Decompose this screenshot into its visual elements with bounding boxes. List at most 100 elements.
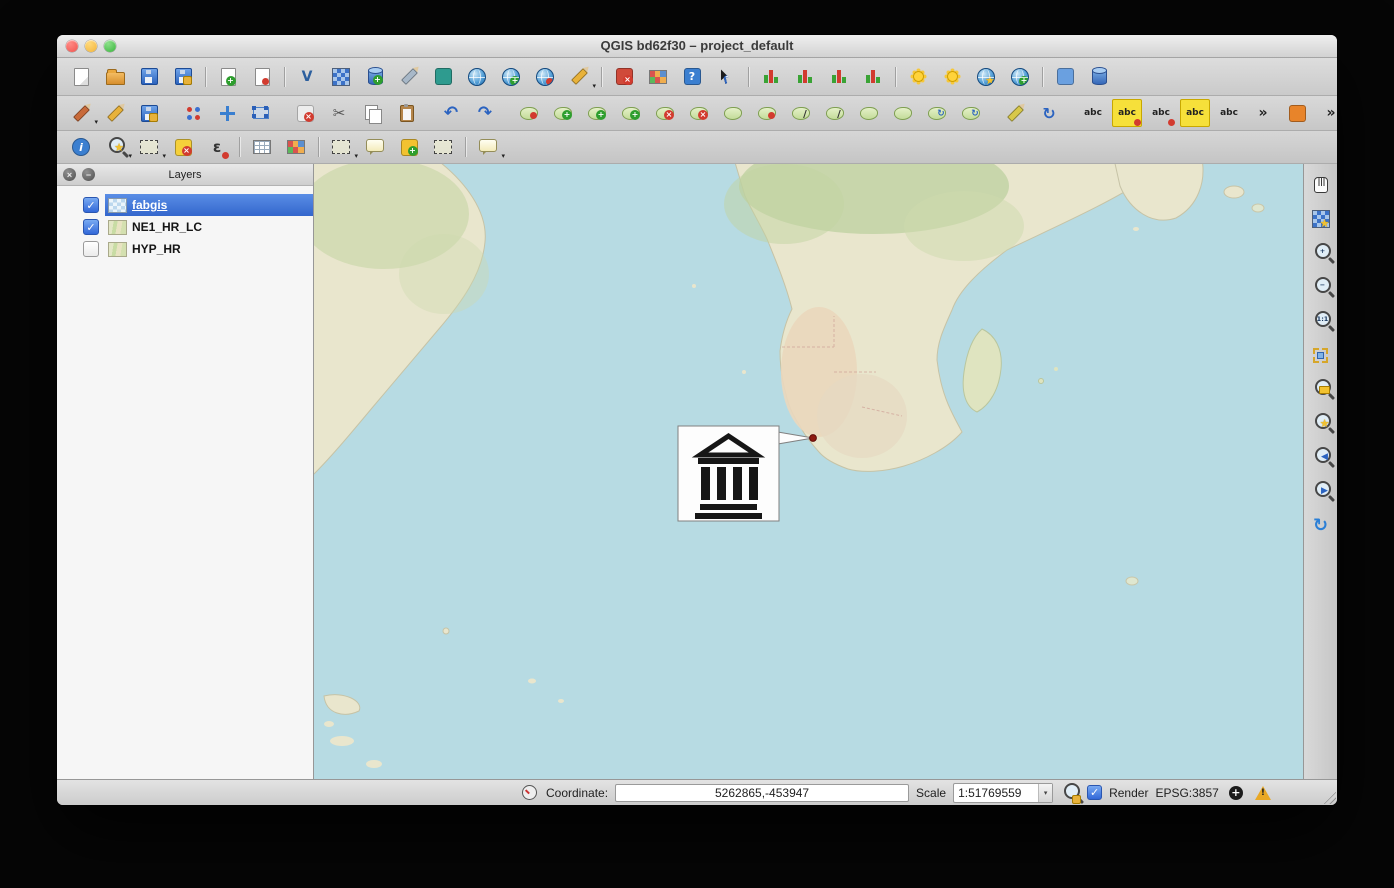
add-part-button[interactable]: + xyxy=(580,99,614,127)
save-project-button[interactable] xyxy=(132,63,166,91)
save-layer-edits-button[interactable] xyxy=(132,99,166,127)
label-pencil-tool-button[interactable] xyxy=(998,99,1032,127)
globe-plugin-tool-2-button[interactable]: + xyxy=(1003,63,1037,91)
label-tool-2-button[interactable]: abc xyxy=(1110,99,1144,127)
extents-toggle-button[interactable] xyxy=(519,783,539,803)
refresh-map-button[interactable]: ↻ xyxy=(1307,510,1335,540)
resize-grip[interactable] xyxy=(1322,790,1336,804)
save-project-as-button[interactable] xyxy=(166,63,200,91)
move-feature-button[interactable] xyxy=(210,99,244,127)
zoom-to-selection-menu-button[interactable]: ★▾ xyxy=(98,133,132,161)
map-canvas[interactable] xyxy=(314,164,1303,779)
sun-raster-tool-2-button[interactable] xyxy=(935,63,969,91)
new-bookmark-button[interactable]: + xyxy=(392,133,426,161)
bar-chart-tool-4-button[interactable] xyxy=(856,63,890,91)
split-parts-button[interactable]: / xyxy=(818,99,852,127)
add-wms-layer-button[interactable] xyxy=(460,63,494,91)
deselect-features-button[interactable]: × xyxy=(166,133,200,161)
zoom-to-layer-button[interactable] xyxy=(1307,374,1335,404)
cut-features-button[interactable]: ✂ xyxy=(322,99,356,127)
zoom-native-button[interactable]: 1:1 xyxy=(1307,306,1335,336)
zoom-next-button[interactable]: ▶ xyxy=(1307,476,1335,506)
add-spatialite-layer-button[interactable] xyxy=(392,63,426,91)
whats-this-button[interactable]: ? xyxy=(709,63,743,91)
select-by-expression-button[interactable]: ε xyxy=(200,133,234,161)
toolbar-overflow-1-button[interactable]: » xyxy=(1246,99,1280,127)
simplify-feature-button[interactable] xyxy=(512,99,546,127)
current-edits-button[interactable]: ▾ xyxy=(64,99,98,127)
open-project-button[interactable] xyxy=(98,63,132,91)
text-annotation-menu-button[interactable]: ▾ xyxy=(471,133,505,161)
close-window-button[interactable] xyxy=(66,40,78,52)
zoom-last-button[interactable]: ◀ xyxy=(1307,442,1335,472)
layer-visibility-checkbox[interactable] xyxy=(83,241,99,257)
zoom-full-button[interactable] xyxy=(1307,340,1335,370)
split-features-button[interactable]: / xyxy=(784,99,818,127)
add-vector-layer-button[interactable]: V xyxy=(290,63,324,91)
touch-select-tool-button[interactable] xyxy=(1048,63,1082,91)
zoom-out-button[interactable]: − xyxy=(1307,272,1335,302)
delete-part-button[interactable]: × xyxy=(682,99,716,127)
undo-button[interactable]: ↶ xyxy=(434,99,468,127)
messages-button[interactable] xyxy=(1253,783,1273,803)
offset-curve-button[interactable] xyxy=(750,99,784,127)
scale-combobox[interactable]: 1:51769559 ▾ xyxy=(953,783,1053,803)
toolbar-overflow-2-button[interactable]: » xyxy=(1314,99,1337,127)
add-ring-button[interactable]: + xyxy=(546,99,580,127)
label-tool-3-button[interactable]: abc xyxy=(1144,99,1178,127)
reshape-features-button[interactable] xyxy=(716,99,750,127)
help-contents-button[interactable]: ? xyxy=(675,63,709,91)
measure-menu-button[interactable]: ▾ xyxy=(324,133,358,161)
crs-status-label[interactable]: EPSG:3857 xyxy=(1155,786,1218,800)
layer-item-NE1_HR_LC[interactable]: NE1_HR_LC xyxy=(57,216,313,238)
minimize-window-button[interactable] xyxy=(85,40,97,52)
add-wfs-layer-button[interactable] xyxy=(528,63,562,91)
add-raster-layer-button[interactable] xyxy=(324,63,358,91)
composer-manager-button[interactable] xyxy=(245,63,279,91)
layer-item-HYP_HR[interactable]: HYP_HR xyxy=(57,238,313,260)
show-bookmarks-button[interactable] xyxy=(426,133,460,161)
redo-button[interactable]: ↷ xyxy=(468,99,502,127)
coordinate-input[interactable] xyxy=(615,784,909,802)
node-tool-button[interactable] xyxy=(244,99,278,127)
merge-attributes-button[interactable] xyxy=(886,99,920,127)
layer-visibility-checkbox[interactable] xyxy=(83,197,99,213)
add-postgis-layer-button[interactable]: + xyxy=(358,63,392,91)
new-project-button[interactable] xyxy=(64,63,98,91)
touch-pan-button[interactable] xyxy=(1307,170,1335,200)
identify-features-button[interactable]: i xyxy=(64,133,98,161)
delete-selected-button[interactable]: × xyxy=(288,99,322,127)
toggle-editing-button[interactable] xyxy=(98,99,132,127)
add-mssql-layer-button[interactable] xyxy=(426,63,460,91)
scale-dropdown-arrow-icon[interactable]: ▾ xyxy=(1038,784,1052,802)
bar-chart-tool-3-button[interactable] xyxy=(822,63,856,91)
offset-point-symbols-tool-button[interactable] xyxy=(1280,99,1314,127)
db-manager-button[interactable] xyxy=(1082,63,1116,91)
label-tool-4-button[interactable]: abc xyxy=(1178,99,1212,127)
rotate-point-symbols-button[interactable]: ↻ xyxy=(954,99,988,127)
close-panel-button[interactable] xyxy=(63,168,76,181)
map-tips-button[interactable] xyxy=(358,133,392,161)
globe-plugin-tool-1-button[interactable]: ★ xyxy=(969,63,1003,91)
new-print-composer-button[interactable]: + xyxy=(211,63,245,91)
zoom-to-selection-button[interactable]: ★ xyxy=(1307,408,1335,438)
rotate-tool-button[interactable]: ↻ xyxy=(1032,99,1066,127)
zoom-window-button[interactable] xyxy=(104,40,116,52)
paste-features-button[interactable] xyxy=(390,99,424,127)
add-wcs-layer-button[interactable]: + xyxy=(494,63,528,91)
copy-features-button[interactable] xyxy=(356,99,390,127)
field-calculator-button[interactable] xyxy=(279,133,313,161)
rotate-feature-button[interactable]: ↻ xyxy=(920,99,954,127)
remove-layer-button[interactable]: × xyxy=(607,63,641,91)
add-feature-button[interactable] xyxy=(176,99,210,127)
bar-chart-tool-1-button[interactable] xyxy=(754,63,788,91)
labeling-options-button[interactable]: abc xyxy=(1076,99,1110,127)
merge-features-button[interactable] xyxy=(852,99,886,127)
label-tool-5-button[interactable]: abc xyxy=(1212,99,1246,127)
undock-panel-button[interactable] xyxy=(82,168,95,181)
zoom-in-button[interactable]: + xyxy=(1307,238,1335,268)
render-checkbox[interactable] xyxy=(1087,785,1102,800)
layer-visibility-checkbox[interactable] xyxy=(83,219,99,235)
crs-picker-button[interactable] xyxy=(1226,783,1246,803)
sun-raster-tool-1-button[interactable] xyxy=(901,63,935,91)
